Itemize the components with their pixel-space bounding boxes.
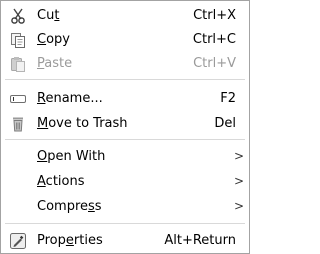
menu-separator — [5, 223, 245, 224]
menu-item-label: Cut — [37, 8, 60, 23]
menu-separator — [5, 79, 245, 80]
menu-item-rename[interactable]: Rename... F2 — [2, 87, 248, 111]
menu-item-move-to-trash[interactable]: Move to Trash Del — [2, 112, 248, 136]
menu-item-cut[interactable]: Cut Ctrl+X — [2, 4, 248, 28]
menu-item-shortcut: Ctrl+X — [193, 8, 236, 23]
menu-item-label: Rename... — [37, 91, 103, 106]
menu-item-shortcut: Del — [214, 116, 236, 131]
menu-item-shortcut: F2 — [220, 91, 236, 106]
menu-item-label: Properties — [37, 233, 103, 248]
menu-item-paste[interactable]: Paste Ctrl+V — [2, 52, 248, 76]
menu-item-label: Copy — [37, 32, 70, 47]
menu-item-label: Open With — [37, 149, 106, 164]
chevron-right-icon: > — [233, 174, 244, 188]
menu-item-properties[interactable]: Properties Alt+Return — [2, 229, 248, 253]
menu-item-actions[interactable]: Actions > — [2, 170, 248, 194]
menu-item-compress[interactable]: Compress > — [2, 195, 248, 219]
menu-item-copy[interactable]: Copy Ctrl+C — [2, 28, 248, 52]
menu-item-shortcut: Ctrl+V — [193, 56, 236, 71]
menu-item-shortcut: Ctrl+C — [192, 32, 236, 47]
trash-icon — [10, 116, 26, 132]
menu-separator — [5, 139, 245, 140]
chevron-right-icon: > — [233, 149, 244, 163]
menu-item-label: Move to Trash — [37, 116, 128, 131]
menu-item-label: Paste — [37, 56, 73, 71]
copy-icon — [10, 32, 26, 48]
rename-icon — [10, 91, 26, 107]
paste-icon — [10, 56, 26, 72]
chevron-right-icon: > — [233, 199, 244, 213]
properties-icon — [10, 233, 26, 249]
menu-item-open-with[interactable]: Open With > — [2, 145, 248, 169]
context-menu: Cut Ctrl+X Copy Ctrl+C Paste Ctrl+V Rena… — [0, 0, 250, 254]
menu-item-shortcut: Alt+Return — [164, 233, 236, 248]
menu-item-label: Actions — [37, 174, 85, 189]
scissors-icon — [10, 8, 26, 24]
menu-item-label: Compress — [37, 199, 102, 214]
